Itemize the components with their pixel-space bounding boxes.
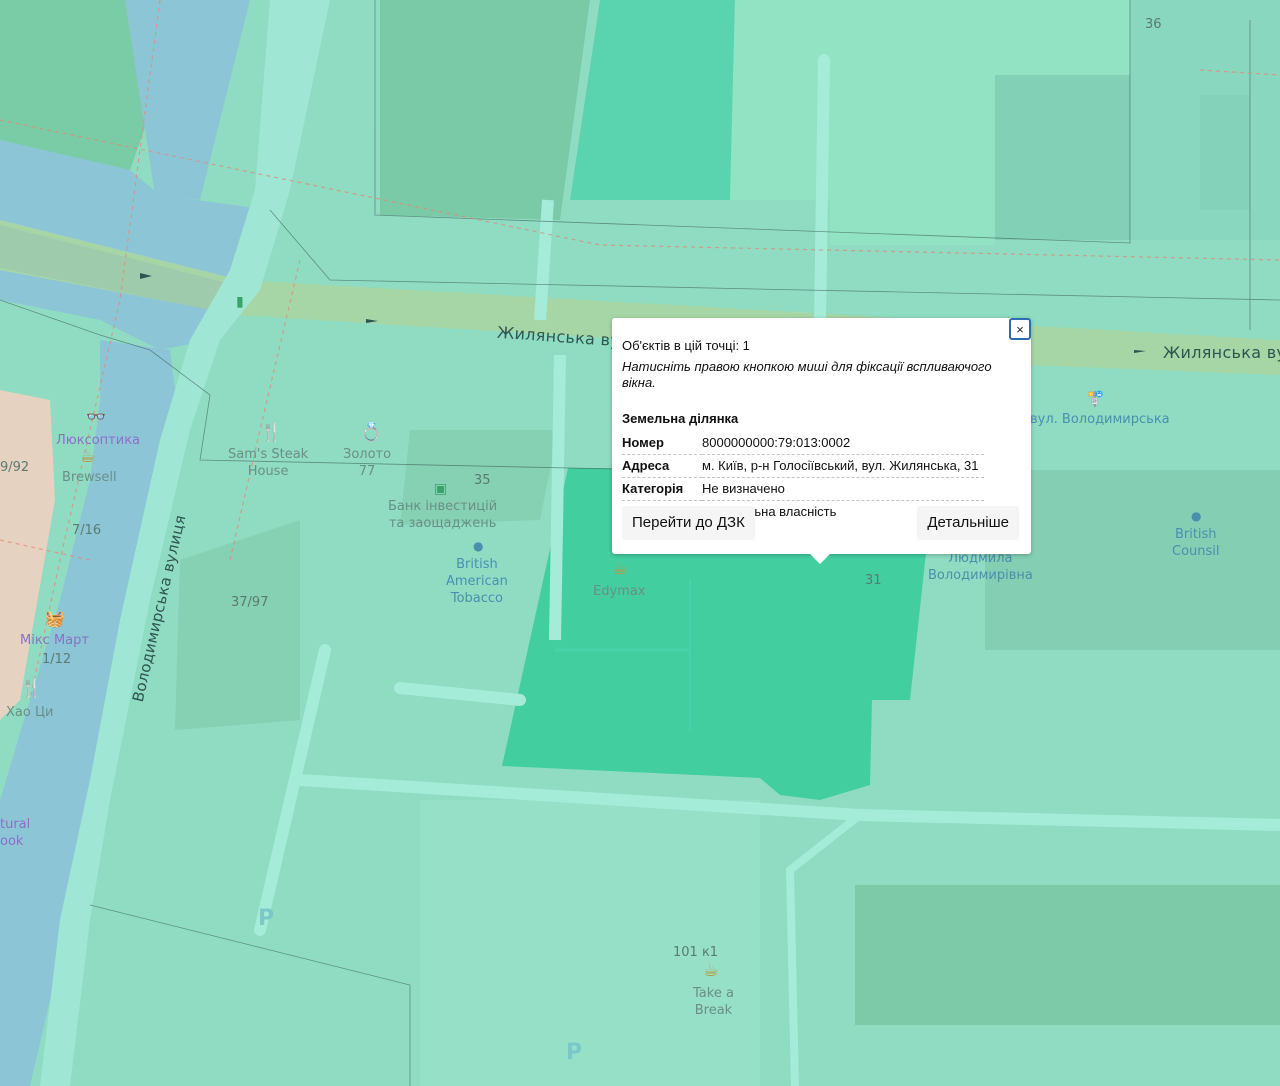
shop-icon: 🧺 bbox=[45, 609, 65, 628]
footpath bbox=[814, 54, 830, 326]
poi-dot: ● bbox=[473, 539, 484, 553]
cafe-icon: ☕ bbox=[703, 960, 720, 981]
poi-bat: British American Tobacco bbox=[446, 557, 508, 606]
house-number: 36 bbox=[1145, 17, 1162, 32]
table-row: Адреса м. Київ, р-н Голосіївський, вул. … bbox=[622, 454, 984, 478]
building bbox=[995, 75, 1130, 240]
poi-miks-mart: Мікс Март bbox=[20, 633, 89, 648]
house-number: 37/97 bbox=[231, 595, 269, 610]
poi-liuksoptyka: Люксоптика bbox=[56, 433, 141, 448]
attr-value: м. Київ, р-н Голосіївський, вул. Жилянсь… bbox=[702, 454, 984, 478]
open-dzk-button[interactable]: Перейти до ДЗК bbox=[622, 506, 755, 540]
poi-zoloto: Золото 77 bbox=[343, 447, 392, 479]
bank-icon: ▣ bbox=[434, 481, 448, 497]
poi-natural-book: tural ook bbox=[0, 817, 31, 849]
building bbox=[420, 800, 760, 1086]
parking-icon: P bbox=[566, 1040, 583, 1065]
restaurant-icon: 🍴 bbox=[260, 422, 283, 443]
section-title: Земельна ділянка bbox=[622, 411, 739, 426]
poi-dot: ● bbox=[1191, 509, 1202, 523]
objects-count: Об'єктів в цій точці: 1 bbox=[622, 338, 750, 353]
attr-key: Адреса bbox=[622, 454, 702, 478]
feature-info-popup[interactable]: × Об'єктів в цій точці: 1 Натисніть прав… bbox=[612, 318, 1031, 564]
poi-british-council: British Counsil bbox=[1172, 527, 1220, 559]
poi-edymax: Edymax bbox=[593, 584, 646, 599]
street-label-zhylianska-east: Жилянська ву bbox=[1163, 343, 1280, 362]
attr-key: Номер bbox=[622, 432, 702, 455]
house-number: 1/12 bbox=[42, 652, 72, 667]
cafe-icon: ☕ bbox=[612, 558, 629, 579]
attr-value: 8000000000:79:013:0002 bbox=[702, 432, 984, 455]
poi-bank: Банк інвестицій та заощаджень bbox=[388, 499, 498, 531]
close-button[interactable]: × bbox=[1009, 318, 1031, 340]
poi-sams-steak: Sam's Steak House bbox=[228, 447, 309, 479]
parcel bbox=[1130, 0, 1280, 240]
building bbox=[855, 885, 1280, 1025]
parking-icon: P bbox=[258, 906, 275, 931]
jewelry-icon: 💍 bbox=[360, 422, 383, 443]
house-number: 101 к1 bbox=[673, 945, 719, 960]
restaurant-icon: 🍴 bbox=[20, 678, 43, 699]
attr-key: Категорія bbox=[622, 477, 702, 501]
house-number: 35 bbox=[474, 473, 491, 488]
poi-brewsell: Brewsell bbox=[62, 470, 117, 485]
attr-value: Не визначено bbox=[702, 477, 984, 501]
poi-khao-tsy: Хао Ци bbox=[6, 705, 54, 720]
details-button[interactable]: Детальніше bbox=[917, 506, 1019, 540]
house-number: 7/16 bbox=[72, 523, 102, 538]
footpath bbox=[534, 199, 554, 321]
poi-liudmyla: Людмила Володимирівна bbox=[928, 551, 1033, 583]
footpath bbox=[549, 354, 566, 641]
traffic-light-icon: ▮ bbox=[236, 294, 244, 310]
cafe-icon: ☕ bbox=[80, 446, 97, 467]
house-number: 9/92 bbox=[0, 460, 30, 475]
house-number: 31 bbox=[865, 573, 882, 588]
bus-stop-icon: 🚏 bbox=[1086, 390, 1105, 408]
poi-take-a-break: Take a Break bbox=[693, 986, 734, 1018]
table-row: Категорія Не визначено bbox=[622, 477, 984, 501]
popup-hint: Натисніть правою кнопкою миші для фіксац… bbox=[622, 359, 992, 390]
optician-icon: 👓 bbox=[86, 407, 106, 426]
building bbox=[380, 0, 590, 220]
bus-stop-label: вул. Володимирська bbox=[1030, 412, 1170, 427]
table-row: Номер 8000000000:79:013:0002 bbox=[622, 432, 984, 455]
